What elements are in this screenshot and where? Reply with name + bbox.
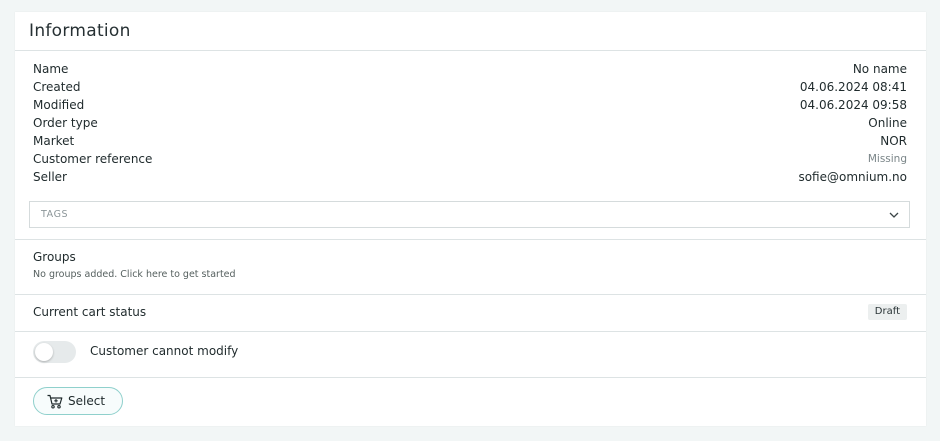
info-label: Created	[33, 80, 81, 94]
info-row-market: Market NOR	[33, 132, 907, 150]
info-label: Seller	[33, 170, 67, 184]
chevron-down-icon	[889, 212, 899, 218]
info-label: Order type	[33, 116, 98, 130]
info-label: Modified	[33, 98, 85, 112]
divider	[15, 331, 926, 332]
info-row-created: Created 04.06.2024 08:41	[33, 78, 907, 96]
divider	[15, 377, 926, 378]
info-label: Market	[33, 134, 75, 148]
panel-title: Information	[29, 21, 131, 41]
info-value: No name	[852, 62, 907, 76]
info-value: Missing	[867, 153, 907, 165]
divider	[15, 50, 926, 51]
info-label: Customer reference	[33, 152, 153, 166]
cart-icon	[47, 394, 63, 409]
tags-placeholder: TAGS	[41, 209, 69, 220]
info-row-name: Name No name	[33, 60, 907, 78]
select-button-label: Select	[68, 394, 106, 408]
info-row-seller: Seller sofie@omnium.no	[33, 168, 907, 186]
info-value: Online	[868, 116, 907, 130]
status-badge: Draft	[867, 304, 907, 320]
info-label: Name	[33, 62, 69, 76]
toggle-label: Customer cannot modify	[90, 344, 239, 358]
divider	[15, 294, 926, 295]
toggle-knob	[35, 343, 53, 361]
divider	[15, 239, 926, 240]
info-value: 04.06.2024 09:58	[799, 98, 907, 112]
info-row-customer-reference: Customer reference Missing	[33, 150, 907, 168]
customer-cannot-modify-toggle[interactable]	[33, 341, 76, 363]
info-value: NOR	[880, 134, 907, 148]
tags-select[interactable]: TAGS	[29, 201, 910, 228]
groups-title: Groups	[33, 250, 76, 264]
information-panel: Information Name No name Created 04.06.2…	[15, 12, 926, 426]
info-value: 04.06.2024 08:41	[799, 80, 907, 94]
select-button[interactable]: Select	[33, 387, 123, 415]
cart-status-label: Current cart status	[33, 305, 147, 319]
add-groups-link[interactable]: No groups added. Click here to get start…	[33, 269, 236, 280]
info-row-order-type: Order type Online	[33, 114, 907, 132]
info-row-modified: Modified 04.06.2024 09:58	[33, 96, 907, 114]
info-value: sofie@omnium.no	[798, 170, 907, 184]
